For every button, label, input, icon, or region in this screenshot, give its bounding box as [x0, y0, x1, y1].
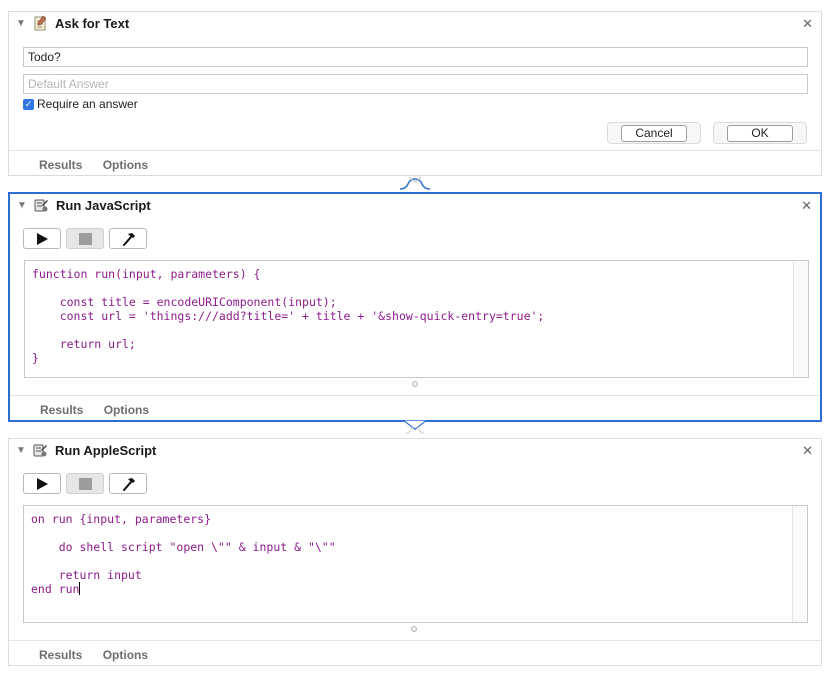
footer-divider [9, 640, 821, 641]
close-icon[interactable]: ✕ [802, 16, 813, 32]
run-button[interactable] [23, 228, 61, 249]
question-field[interactable]: Todo? [23, 47, 808, 67]
action-header[interactable]: ▼ Run AppleScript ✕ [9, 439, 821, 463]
flow-connector [403, 420, 427, 434]
action-tabs: Results Options [40, 403, 166, 419]
script-code[interactable]: on run {input, parameters} do shell scri… [31, 512, 336, 596]
stop-icon [79, 233, 92, 245]
editor-scrollbar[interactable] [793, 261, 808, 377]
tab-results[interactable]: Results [39, 158, 82, 172]
run-button[interactable] [23, 473, 61, 494]
close-icon[interactable]: ✕ [801, 198, 812, 214]
resize-handle[interactable] [411, 626, 417, 632]
editor-scrollbar[interactable] [792, 506, 807, 622]
notepad-icon [34, 15, 47, 31]
action-header[interactable]: ▼ Ask for Text ✕ [9, 12, 821, 36]
ok-button-frame: OK [713, 122, 807, 144]
action-title: Run JavaScript [56, 198, 151, 213]
script-robot-icon [33, 444, 47, 457]
action-header[interactable]: ▼ Run JavaScript ✕ [10, 194, 820, 218]
run-javascript-action[interactable]: ▼ Run JavaScript ✕ function run(input, p… [8, 192, 822, 422]
stop-button[interactable] [66, 228, 104, 249]
script-robot-icon [34, 199, 48, 212]
default-answer-field[interactable]: Default Answer [23, 74, 808, 94]
require-answer-checkbox[interactable]: ✓ [23, 99, 34, 110]
require-answer-label: Require an answer [37, 97, 138, 111]
disclosure-triangle-icon[interactable]: ▼ [16, 445, 26, 456]
tab-results[interactable]: Results [40, 403, 83, 417]
flow-connector [400, 176, 430, 190]
disclosure-triangle-icon[interactable]: ▼ [17, 200, 27, 211]
action-title: Run AppleScript [55, 443, 157, 458]
action-title: Ask for Text [55, 16, 130, 31]
stop-button[interactable] [66, 473, 104, 494]
cancel-button-frame: Cancel [607, 122, 701, 144]
footer-divider [10, 395, 820, 396]
resize-handle[interactable] [412, 381, 418, 387]
ok-button[interactable]: OK [727, 125, 793, 142]
script-editor[interactable]: on run {input, parameters} do shell scri… [23, 505, 808, 623]
tab-options[interactable]: Options [104, 403, 149, 417]
stop-icon [79, 478, 92, 490]
hammer-icon [123, 233, 135, 246]
compile-button[interactable] [109, 473, 147, 494]
text-cursor [79, 582, 81, 595]
script-code[interactable]: function run(input, parameters) { const … [32, 267, 544, 365]
action-tabs: Results Options [39, 158, 165, 174]
close-icon[interactable]: ✕ [802, 443, 813, 459]
compile-button[interactable] [109, 228, 147, 249]
tab-results[interactable]: Results [39, 648, 82, 662]
hammer-icon [123, 478, 135, 491]
run-applescript-action[interactable]: ▼ Run AppleScript ✕ on run {input, param… [8, 438, 822, 666]
play-icon [37, 478, 48, 490]
tab-options[interactable]: Options [103, 648, 148, 662]
script-editor[interactable]: function run(input, parameters) { const … [24, 260, 809, 378]
action-tabs: Results Options [39, 648, 165, 664]
tab-options[interactable]: Options [103, 158, 148, 172]
cancel-button[interactable]: Cancel [621, 125, 687, 142]
play-icon [37, 233, 48, 245]
disclosure-triangle-icon[interactable]: ▼ [16, 18, 26, 29]
footer-divider [9, 150, 821, 151]
ask-for-text-action[interactable]: ▼ Ask for Text ✕ Todo? Default Answer ✓ … [8, 11, 822, 176]
